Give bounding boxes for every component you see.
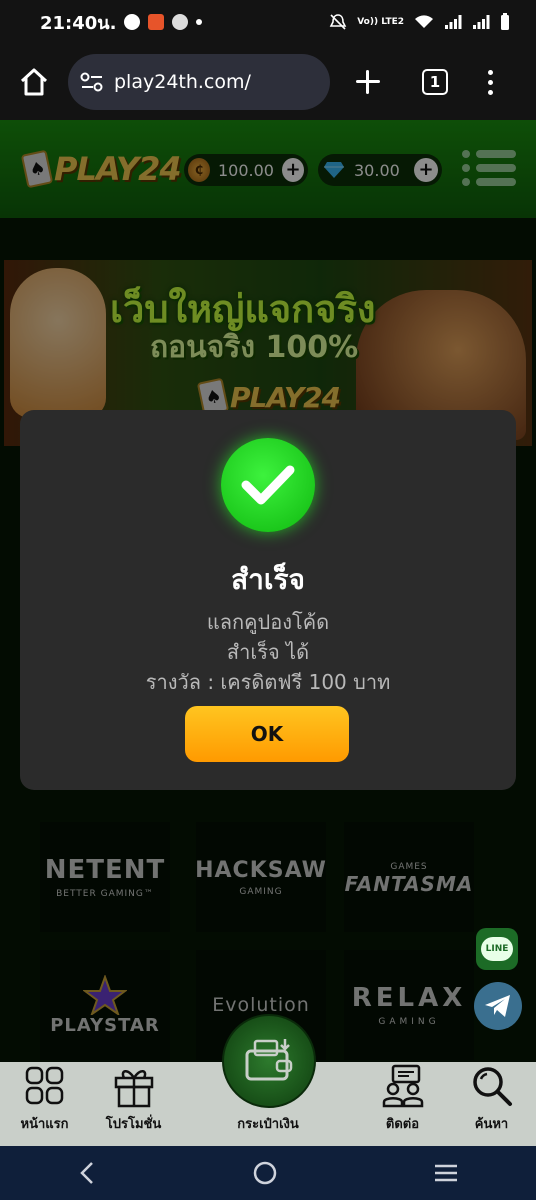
wifi-icon [415,15,433,28]
nav-wallet-label: กระเป๋าเงิน [237,1117,299,1132]
line-notification-icon [172,14,189,30]
tab-switcher-button[interactable]: 1 [422,69,448,95]
home-icon [20,68,48,96]
nav-promotions-label: โปรโมชั่น [105,1117,162,1132]
signal-1-icon [445,15,462,29]
recents-icon[interactable] [433,1162,459,1184]
bottom-navigation: หน้าแรก โปรโมชั่น กระเป๋าเงิน ติดต่อ ค้น… [0,1014,536,1146]
new-tab-button[interactable] [354,68,382,96]
dialog-message-line-3: รางวัล : เครดิตฟรี 100 บาท [145,670,391,694]
nav-wallet[interactable]: กระเป๋าเงิน [178,1014,358,1146]
nav-contact-label: ติดต่อ [385,1117,420,1132]
status-time: 21:40น. [40,12,117,34]
telegram-icon [485,995,510,1017]
message-icon [124,14,141,30]
ok-button[interactable]: OK [185,706,349,762]
battery-icon [501,13,509,30]
line-chat-button[interactable]: LINE [476,928,518,970]
browser-toolbar: play24th.com/ 1 [0,44,536,120]
url-text: play24th.com/ [114,71,251,93]
gift-icon [112,1063,156,1109]
nav-search-label: ค้นหา [474,1117,509,1132]
telegram-button[interactable] [474,982,522,1030]
success-dialog: สำเร็จ แลกคูปองโค้ด สำเร็จ ได้ รางวัล : … [20,410,516,790]
more-notifications-icon [196,19,203,25]
system-navigation-bar [0,1146,536,1200]
mute-icon [329,14,347,30]
nav-promotions[interactable]: โปรโมชั่น [89,1062,178,1146]
dialog-title: สำเร็จ [231,563,305,596]
home-grid-icon [25,1063,65,1109]
success-check-icon [221,438,315,532]
nav-home-label: หน้าแรก [20,1117,69,1132]
site-settings-icon[interactable] [80,71,104,93]
notification-icons [124,14,203,30]
dialog-message-line-1: แลกคูปองโค้ด [206,610,330,634]
back-icon[interactable] [77,1161,97,1185]
dialog-message-line-2: สำเร็จ ได้ [226,640,310,664]
system-icons: Vo)) LTE2 [329,13,510,31]
contact-icon [381,1063,425,1109]
browser-menu-button[interactable] [488,69,493,95]
nav-contact[interactable]: ติดต่อ [358,1062,447,1146]
nav-home[interactable]: หน้าแรก [0,1062,89,1146]
app-notification-icon [148,14,165,30]
signal-2-icon [473,15,490,29]
wallet-icon [222,1014,316,1108]
line-icon: LINE [481,937,513,961]
address-bar[interactable]: play24th.com/ [68,54,330,110]
status-bar: 21:40น. Vo)) LTE2 [0,0,536,44]
home-circle-icon[interactable] [252,1160,278,1186]
lte-indicator: Vo)) LTE2 [357,16,404,27]
browser-home-button[interactable] [16,64,52,100]
search-icon [471,1063,513,1109]
nav-search[interactable]: ค้นหา [447,1062,536,1146]
